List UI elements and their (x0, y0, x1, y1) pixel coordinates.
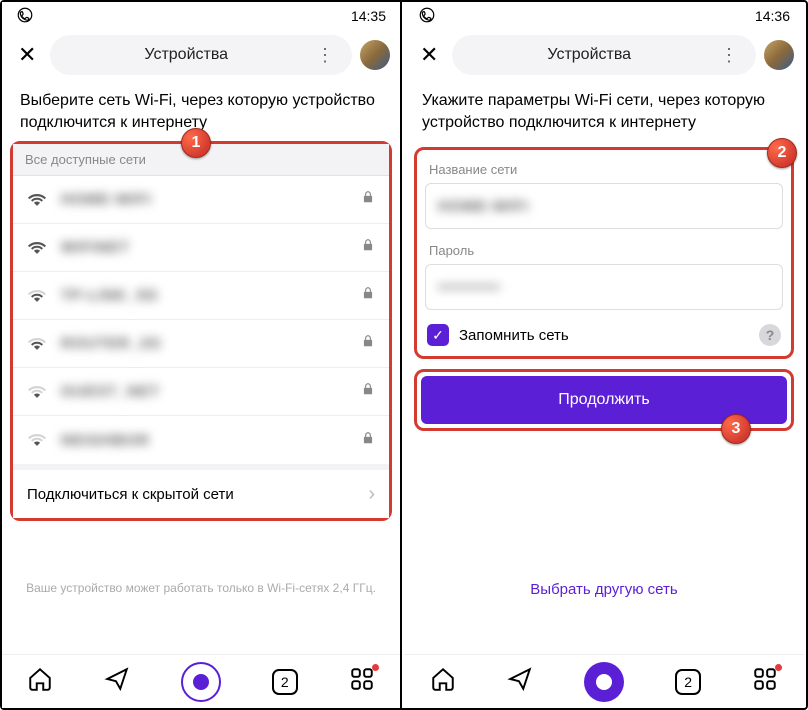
network-name-label: Название сети (429, 162, 779, 177)
nav-alice-icon[interactable] (584, 662, 624, 702)
wifi-icon (27, 431, 47, 449)
kebab-icon[interactable]: ⋮ (714, 45, 744, 66)
help-icon[interactable]: ? (759, 324, 781, 346)
status-time: 14:35 (351, 8, 386, 24)
wifi-icon (27, 239, 47, 257)
nav-tabs-icon[interactable]: 2 (272, 669, 298, 695)
nav-send-icon[interactable] (104, 666, 130, 697)
title-pill[interactable]: Устройства ⋮ (452, 35, 756, 75)
network-list-highlight: 1 Все доступные сети HOME-WIFI WIFINET T… (10, 141, 392, 521)
continue-highlight: Продолжить 3 (414, 369, 794, 431)
nav-tabs-icon[interactable]: 2 (675, 669, 701, 695)
close-icon[interactable]: ✕ (12, 42, 42, 68)
choose-other-network-link[interactable]: Выбрать другую сеть (404, 581, 804, 598)
kebab-icon[interactable]: ⋮ (310, 45, 340, 66)
lock-icon (361, 238, 375, 257)
network-name: WIFINET (61, 239, 361, 256)
network-name: GUEST_NET (61, 383, 361, 400)
wifi-icon (27, 383, 47, 401)
password-label: Пароль (429, 243, 779, 258)
title-bar: ✕ Устройства ⋮ (404, 30, 804, 80)
connect-hidden-network[interactable]: Подключиться к скрытой сети › (13, 464, 389, 518)
password-input[interactable]: •••••••••• (425, 264, 783, 310)
notification-dot (372, 664, 379, 671)
instruction-text: Укажите параметры Wi-Fi сети, через кото… (404, 80, 804, 141)
wifi-icon (27, 335, 47, 353)
password-value: •••••••••• (438, 279, 501, 296)
nav-send-icon[interactable] (507, 666, 533, 697)
network-row[interactable]: WIFINET (13, 224, 389, 272)
footnote: Ваше устройство может работать только в … (2, 581, 400, 595)
wifi-icon (27, 191, 47, 209)
network-name-value: HOME-WIFI (438, 198, 529, 215)
network-row[interactable]: TP-LINK_5G (13, 272, 389, 320)
remember-row: ✓ Запомнить сеть ? (425, 324, 783, 346)
nav-services-icon[interactable] (752, 666, 778, 697)
screen-select-network: 14:35 ✕ Устройства ⋮ Выберите сеть Wi-Fi… (2, 2, 402, 708)
callout-badge-1: 1 (181, 128, 211, 158)
screen-wifi-params: 14:36 ✕ Устройства ⋮ Укажите параметры W… (404, 2, 804, 708)
wifi-icon (27, 287, 47, 305)
hidden-network-label: Подключиться к скрытой сети (27, 486, 234, 503)
lock-icon (361, 382, 375, 401)
nav-home-icon[interactable] (27, 666, 53, 697)
lock-icon (361, 190, 375, 209)
bottom-nav: 2 (404, 654, 804, 708)
title-bar: ✕ Устройства ⋮ (2, 30, 400, 80)
network-name: HOME-WIFI (61, 191, 361, 208)
lock-icon (361, 431, 375, 450)
nav-services-icon[interactable] (349, 666, 375, 697)
close-icon[interactable]: ✕ (414, 42, 444, 68)
status-bar: 14:35 (2, 2, 400, 30)
title-pill[interactable]: Устройства ⋮ (50, 35, 352, 75)
lock-icon (361, 334, 375, 353)
page-title: Устройства (62, 46, 310, 64)
avatar[interactable] (360, 40, 390, 70)
network-row[interactable]: ROUTER_2G (13, 320, 389, 368)
network-name: TP-LINK_5G (61, 287, 361, 304)
callout-badge-2: 2 (767, 138, 797, 168)
page-title: Устройства (464, 46, 714, 64)
whatsapp-icon (418, 6, 436, 27)
network-row[interactable]: NEIGHBOR (13, 416, 389, 464)
callout-badge-3: 3 (721, 414, 751, 444)
network-name-input[interactable]: HOME-WIFI (425, 183, 783, 229)
remember-checkbox[interactable]: ✓ (427, 324, 449, 346)
chevron-right-icon: › (368, 483, 375, 506)
remember-label: Запомнить сеть (459, 327, 749, 344)
network-name: ROUTER_2G (61, 335, 361, 352)
wifi-form-highlight: 2 Название сети HOME-WIFI Пароль •••••••… (414, 147, 794, 359)
status-bar: 14:36 (404, 2, 804, 30)
network-row[interactable]: GUEST_NET (13, 368, 389, 416)
bottom-nav: 2 (2, 654, 400, 708)
status-time: 14:36 (755, 8, 790, 24)
avatar[interactable] (764, 40, 794, 70)
network-name: NEIGHBOR (61, 432, 361, 449)
nav-alice-icon[interactable] (181, 662, 221, 702)
notification-dot (775, 664, 782, 671)
network-row[interactable]: HOME-WIFI (13, 176, 389, 224)
whatsapp-icon (16, 6, 34, 27)
lock-icon (361, 286, 375, 305)
nav-home-icon[interactable] (430, 666, 456, 697)
